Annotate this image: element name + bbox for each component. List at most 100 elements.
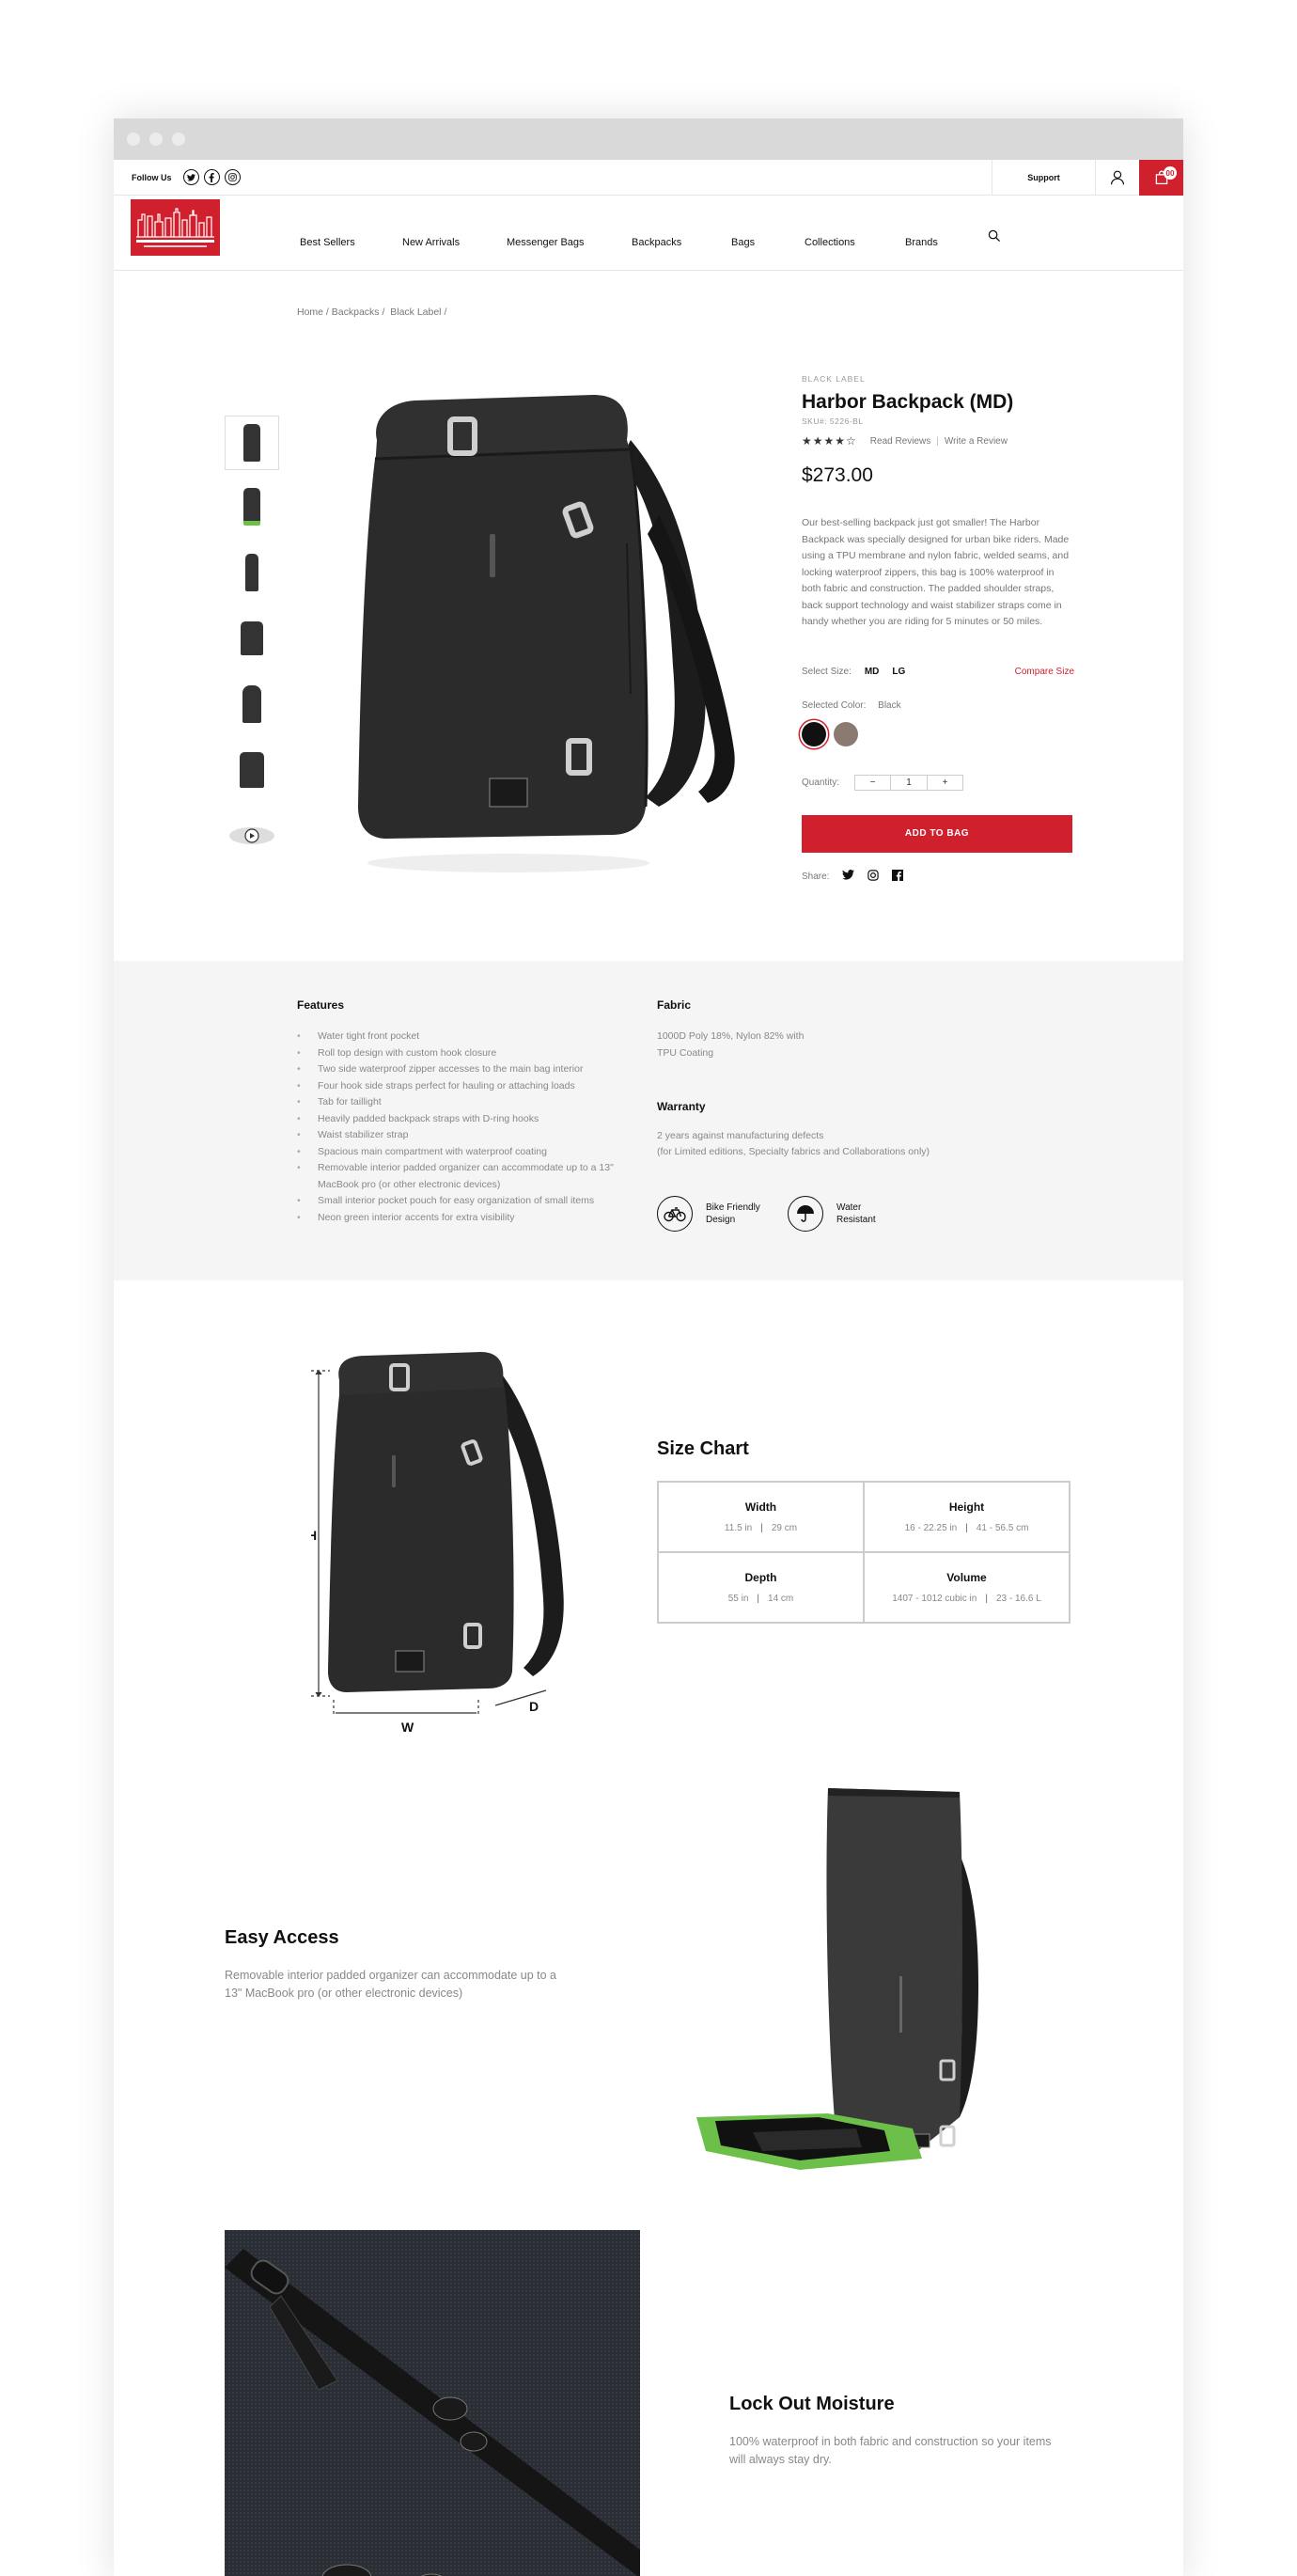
depth-label: D [529,1699,539,1714]
warranty-heading: Warranty [657,1100,706,1113]
width-label: W [401,1720,414,1735]
lock-out-moisture-text: 100% waterproof in both fabric and const… [729,2435,1052,2466]
thumbnail-6[interactable] [225,743,279,797]
cell-value-l: 23 - 16.6 L [995,1594,1041,1604]
badge-label: Water [836,1202,862,1213]
features-heading: Features [297,998,345,1012]
window-dot [172,133,185,146]
nav-new-arrivals[interactable]: New Arrivals [402,237,460,248]
breadcrumb-backpacks[interactable]: Backpacks [332,306,380,318]
product-brand: BLACK LABEL [802,374,866,384]
swatch-black[interactable] [802,721,826,746]
color-label: Selected Color: [802,699,867,711]
cell-title: Height [948,1500,985,1514]
fabric-text: 1000D Poly 18%, Nylon 82% with TPU Coati… [657,1030,805,1059]
brand-logo[interactable] [131,199,220,256]
window-dot [149,133,163,146]
share-instagram-icon[interactable] [867,869,880,884]
badge-label: Bike Friendly [706,1202,760,1213]
instagram-icon[interactable] [224,169,241,185]
breadcrumb: Home / Backpacks / Black Label / [297,306,447,318]
share-label: Share: [802,871,830,882]
shopping-bag-button[interactable]: 00 [1139,160,1183,196]
nav-bags[interactable]: Bags [731,237,755,248]
product-details-section: Features Water tight front pocket Roll t… [114,961,1183,1280]
product-price: $273.00 [802,464,873,486]
nav-brands[interactable]: Brands [905,237,938,248]
rating-row: ★★★★☆ Read Reviews | Write a Review [802,434,1074,448]
star-rating: ★★★★☆ [802,434,857,448]
size-selector: Select Size: MD LG Compare Size [802,667,1074,677]
thumbnail-3[interactable] [225,545,279,600]
list-item: Waist stabilizer strap [297,1127,617,1144]
width-cell: Width 11.5 in | 29 cm [658,1482,864,1552]
breadcrumb-black-label[interactable]: Black Label [390,306,441,318]
product-hero-image [358,395,735,872]
open-backpack-image [696,1788,978,2170]
browser-window: Follow Us Support 00 Best Sellers New Ar… [114,118,1183,2576]
list-item: Removable interior padded organizer can … [297,1160,617,1193]
depth-cell: Depth 55 in | 14 cm [658,1552,864,1623]
nav-collections[interactable]: Collections [805,237,855,248]
share-row: Share: [802,869,1074,884]
thumbnail-5[interactable] [225,677,279,731]
thumbnail-1[interactable] [225,416,279,470]
thumbnail-4[interactable] [225,611,279,666]
add-to-bag-button[interactable]: ADD TO BAG [802,814,1072,853]
swatch-brown[interactable] [834,721,858,746]
easy-access-text: Removable interior padded organizer can … [225,1969,556,2000]
product-description: Our best-selling backpack just got small… [802,517,1070,627]
badge-label: Resistant [836,1215,876,1225]
list-item: Four hook side straps perfect for haulin… [297,1078,617,1095]
list-item: Water tight front pocket [297,1029,617,1045]
facebook-icon[interactable] [203,169,220,185]
product-title: Harbor Backpack (MD) [802,391,1014,413]
list-item: Heavily padded backpack straps with D-ri… [297,1111,617,1128]
read-reviews-link[interactable]: Read Reviews [870,436,930,447]
umbrella-icon [788,1196,823,1232]
cell-value-in: 11.5 in [724,1523,753,1533]
quantity-increase-button[interactable]: + [928,776,962,790]
cell-value-cm: 14 cm [768,1594,794,1604]
twitter-icon[interactable] [182,169,199,185]
list-item: Two side waterproof zipper accesses to t… [297,1061,617,1078]
support-link[interactable]: Support [992,160,1095,196]
list-item: Neon green interior accents for extra vi… [297,1210,617,1227]
volume-cell: Volume 1407 - 1012 cubic in | 23 - 16.6 L [864,1552,1070,1623]
size-option-md[interactable]: MD [865,667,880,677]
features-list: Water tight front pocket Roll top design… [297,1029,617,1226]
cell-title: Volume [946,1571,987,1584]
fabric-closeup-image [225,2230,640,2576]
search-icon[interactable] [988,229,1001,247]
height-label: H [311,1528,317,1543]
write-review-link[interactable]: Write a Review [945,436,1008,447]
quantity-input[interactable]: 1 [890,775,929,790]
nav-backpacks[interactable]: Backpacks [632,237,681,248]
cell-value-cm: 41 - 56.5 cm [976,1523,1029,1533]
share-twitter-icon[interactable] [842,870,855,883]
size-option-lg[interactable]: LG [892,667,905,677]
cell-value-in: 1407 - 1012 cubic in [892,1594,977,1604]
easy-access-title: Easy Access [225,1927,339,1948]
account-icon[interactable] [1095,160,1139,196]
thumbnail-2[interactable] [225,479,279,534]
cell-value-in: 16 - 22.25 in [904,1523,958,1533]
bag-count-badge: 00 [1164,166,1177,180]
quantity-decrease-button[interactable]: − [855,776,890,790]
warranty-text: 2 years against manufacturing defects [657,1130,824,1141]
breadcrumb-home[interactable]: Home [297,306,323,318]
quantity-row: Quantity: − 1 + [802,774,1074,791]
nav-messenger-bags[interactable]: Messenger Bags [507,237,585,248]
video-thumbnail[interactable] [225,809,279,863]
quantity-stepper: − 1 + [854,774,964,791]
share-facebook-icon[interactable] [892,869,904,884]
cell-title: Width [744,1500,777,1514]
follow-label: Follow Us [132,172,172,182]
nav-best-sellers[interactable]: Best Sellers [300,237,355,248]
utility-bar: Follow Us Support 00 [114,160,1183,196]
warranty-note: (for Limited editions, Specialty fabrics… [657,1146,930,1157]
bike-friendly-badge: Bike Friendly Design [657,1196,760,1232]
compare-size-link[interactable]: Compare Size [1015,667,1074,677]
list-item: Tab for taillight [297,1094,617,1111]
divider: | [936,435,939,447]
